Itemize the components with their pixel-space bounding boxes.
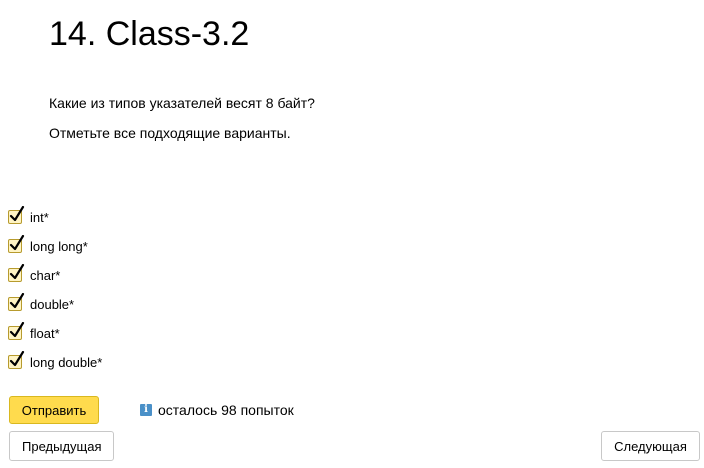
option-label: long double* xyxy=(30,354,103,370)
checkbox-checked[interactable] xyxy=(8,234,25,253)
checkbox-checked[interactable] xyxy=(8,263,25,282)
option-long-double-ptr[interactable]: long double* xyxy=(8,348,102,377)
submit-button[interactable]: Отправить xyxy=(9,396,99,424)
attempts-status: i осталось 98 попыток xyxy=(140,402,294,418)
checkbox-checked[interactable] xyxy=(8,321,25,340)
checkmark-icon xyxy=(9,321,25,337)
option-label: double* xyxy=(30,296,75,312)
checkmark-icon xyxy=(9,292,25,308)
checkbox-checked[interactable] xyxy=(8,205,25,224)
option-label: long long* xyxy=(30,238,88,254)
previous-button[interactable]: Предыдущая xyxy=(9,431,114,461)
question-text: Какие из типов указателей весят 8 байт? xyxy=(49,95,315,111)
checkmark-icon xyxy=(9,263,25,279)
checkmark-icon xyxy=(9,205,25,221)
option-label: char* xyxy=(30,267,61,283)
checkbox-checked[interactable] xyxy=(8,350,25,369)
question-instruction: Отметьте все подходящие варианты. xyxy=(49,125,291,141)
checkbox-checked[interactable] xyxy=(8,292,25,311)
option-long-long-ptr[interactable]: long long* xyxy=(8,232,102,261)
checkmark-icon xyxy=(9,234,25,250)
page-title: 14. Class-3.2 xyxy=(49,15,250,53)
option-int-ptr[interactable]: int* xyxy=(8,203,102,232)
checkmark-icon xyxy=(9,350,25,366)
answer-options: int* long long* char* double* float* lon… xyxy=(8,203,102,377)
option-char-ptr[interactable]: char* xyxy=(8,261,102,290)
option-float-ptr[interactable]: float* xyxy=(8,319,102,348)
option-label: float* xyxy=(30,325,60,341)
attempts-text: осталось 98 попыток xyxy=(158,402,294,418)
option-double-ptr[interactable]: double* xyxy=(8,290,102,319)
next-button[interactable]: Следующая xyxy=(601,431,700,461)
option-label: int* xyxy=(30,209,49,225)
info-icon: i xyxy=(140,404,152,416)
